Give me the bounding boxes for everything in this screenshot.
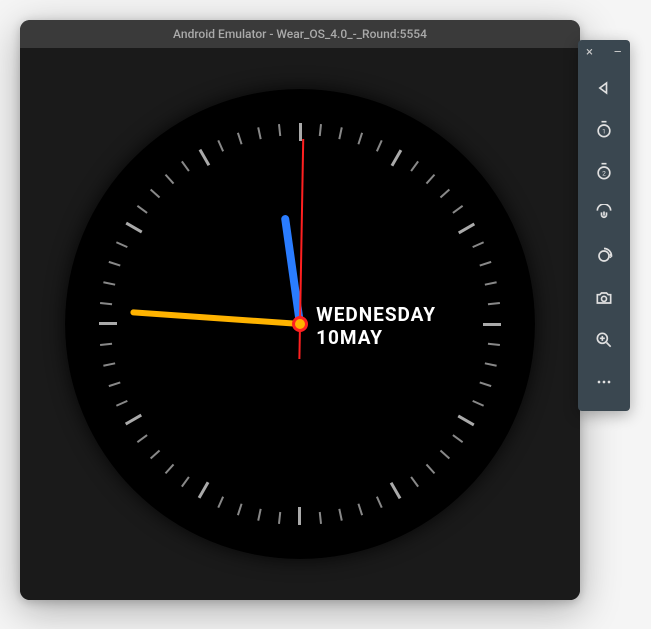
button-1[interactable]: 1 xyxy=(578,109,630,151)
tick xyxy=(488,343,500,346)
tilt-button[interactable] xyxy=(578,235,630,277)
tick xyxy=(452,434,463,443)
tick xyxy=(357,503,363,515)
minute-hand xyxy=(130,309,300,327)
close-button[interactable]: × xyxy=(586,46,593,59)
minimize-button[interactable]: – xyxy=(613,46,622,59)
tick xyxy=(217,496,224,508)
tick xyxy=(440,189,450,199)
tick xyxy=(338,127,342,139)
tick xyxy=(109,381,121,387)
tick xyxy=(472,241,484,248)
btn1-icon: 1 xyxy=(594,120,614,140)
svg-text:1: 1 xyxy=(602,127,606,135)
tick xyxy=(198,481,210,498)
palm-icon xyxy=(594,204,614,224)
svg-text:2: 2 xyxy=(602,169,606,177)
tick xyxy=(376,140,383,152)
tick xyxy=(116,400,128,407)
zoom-icon xyxy=(594,330,614,350)
tick xyxy=(109,261,121,267)
button-2[interactable]: 2 xyxy=(578,151,630,193)
tick xyxy=(319,512,322,524)
tick xyxy=(257,127,261,139)
tick xyxy=(103,362,115,366)
tick xyxy=(410,476,419,487)
tick xyxy=(137,434,148,443)
tick xyxy=(116,241,128,248)
zoom-button[interactable] xyxy=(578,319,630,361)
tick xyxy=(137,205,148,214)
tick xyxy=(483,323,501,326)
watch-face[interactable]: WEDNESDAY 10MAY xyxy=(99,123,501,525)
tick xyxy=(472,400,484,407)
month: MAY xyxy=(340,327,383,350)
tick xyxy=(376,496,383,508)
date-complication: WEDNESDAY 10MAY xyxy=(316,304,436,350)
title-bar[interactable]: Android Emulator - Wear_OS_4.0_-_Round:5… xyxy=(20,20,580,48)
tick xyxy=(165,174,175,184)
tick xyxy=(479,381,491,387)
tick xyxy=(125,414,142,426)
btn2-icon: 2 xyxy=(594,162,614,182)
tilt-icon xyxy=(594,246,614,266)
tick xyxy=(125,222,142,234)
tick xyxy=(181,161,190,172)
tick xyxy=(485,362,497,366)
tick xyxy=(278,512,281,524)
tick xyxy=(100,302,112,305)
watch-bezel: WEDNESDAY 10MAY xyxy=(65,89,535,559)
tick xyxy=(357,133,363,145)
toolbar-header: × – xyxy=(578,40,630,67)
tick xyxy=(485,281,497,285)
tick xyxy=(150,189,160,199)
tick xyxy=(426,174,436,184)
back-icon xyxy=(594,78,614,98)
day-number: 10 xyxy=(316,327,340,350)
tick xyxy=(165,464,175,474)
center-pin xyxy=(292,316,308,332)
emulator-window: Android Emulator - Wear_OS_4.0_-_Round:5… xyxy=(20,20,580,600)
palm-button[interactable] xyxy=(578,193,630,235)
emulator-toolbar: × – 1 2 xyxy=(578,40,630,411)
tick xyxy=(237,503,243,515)
tick xyxy=(237,133,243,145)
tick xyxy=(426,464,436,474)
window-title: Android Emulator - Wear_OS_4.0_-_Round:5… xyxy=(173,27,427,41)
more-icon xyxy=(594,372,614,392)
tick xyxy=(338,509,342,521)
watch-screen-area: WEDNESDAY 10MAY xyxy=(20,48,580,600)
tick xyxy=(452,205,463,214)
tick xyxy=(99,322,117,325)
tick xyxy=(410,161,419,172)
tick xyxy=(391,149,403,166)
tick xyxy=(199,149,211,166)
tick xyxy=(457,415,474,427)
tick xyxy=(181,476,190,487)
tick xyxy=(458,223,475,235)
camera-icon xyxy=(594,288,614,308)
tick xyxy=(100,343,112,346)
tick xyxy=(257,509,261,521)
tick xyxy=(319,124,322,136)
tick xyxy=(278,124,281,136)
tick xyxy=(217,140,224,152)
tick xyxy=(440,450,450,460)
back-button[interactable] xyxy=(578,67,630,109)
tick xyxy=(150,450,160,460)
tick xyxy=(103,281,115,285)
tick xyxy=(298,507,301,525)
tick xyxy=(390,482,402,499)
more-button[interactable] xyxy=(578,361,630,403)
screenshot-button[interactable] xyxy=(578,277,630,319)
tick xyxy=(479,261,491,267)
tick xyxy=(488,302,500,305)
day-name: WEDNESDAY xyxy=(316,304,436,327)
